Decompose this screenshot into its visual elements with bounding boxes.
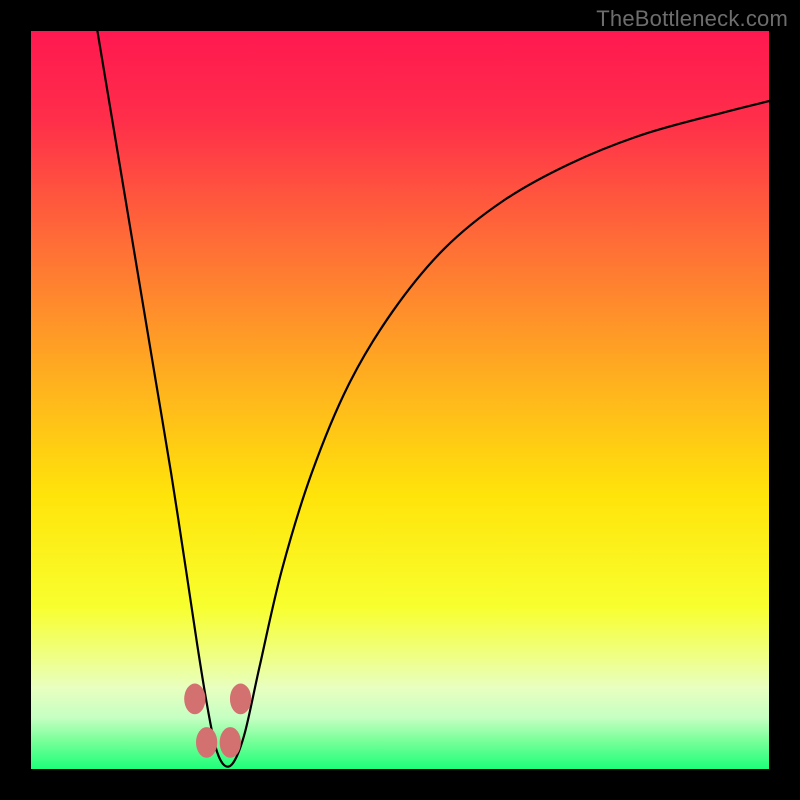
chart-frame: TheBottleneck.com xyxy=(0,0,800,800)
curve-layer xyxy=(31,31,769,769)
marker-right-upper xyxy=(230,684,251,715)
marker-left-upper xyxy=(184,684,205,715)
marker-right-lower xyxy=(220,727,241,758)
plot-area xyxy=(31,31,769,769)
bottleneck-curve xyxy=(97,31,769,767)
marker-left-lower xyxy=(196,727,217,758)
watermark-text: TheBottleneck.com xyxy=(596,6,788,32)
